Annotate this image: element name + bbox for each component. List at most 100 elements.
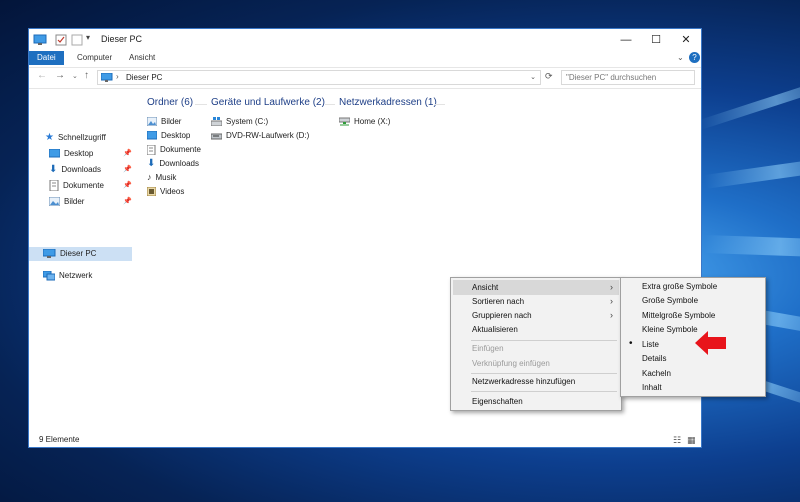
help-icon[interactable]: ? xyxy=(689,52,700,63)
music-icon: ♪ xyxy=(147,172,152,183)
item-label: Desktop xyxy=(161,131,191,140)
group-heading-folders[interactable]: Ordner (6) xyxy=(147,97,193,108)
recent-locations-icon[interactable]: ⌄ xyxy=(72,72,78,80)
documents-icon xyxy=(147,144,156,155)
videos-icon xyxy=(147,187,156,197)
back-icon[interactable]: ← xyxy=(37,70,47,81)
address-bar[interactable]: › Dieser PC ⌄ xyxy=(97,70,541,85)
tab-datei[interactable]: Datei xyxy=(29,51,64,65)
pictures-icon xyxy=(49,197,60,207)
navigation-pane: ★ Schnellzugriff Desktop 📌 ⬇ Downloads 📌 D… xyxy=(29,89,133,433)
view-option-content[interactable]: Inhalt xyxy=(623,380,763,395)
properties-icon[interactable] xyxy=(55,34,67,46)
view-option-tiles[interactable]: Kacheln xyxy=(623,366,763,381)
close-button[interactable]: ✕ xyxy=(671,29,701,51)
menu-separator xyxy=(471,391,617,392)
view-option-medium-icons[interactable]: Mittelgroße Symbole xyxy=(623,308,763,323)
sidebar-item-quick-access[interactable]: ★ Schnellzugriff xyxy=(45,131,106,145)
desktop-icon xyxy=(49,149,60,158)
ribbon-tabs: Datei Computer Ansicht ⌄ ? xyxy=(29,51,701,65)
expand-ribbon-icon[interactable]: ⌄ xyxy=(677,53,684,62)
quick-access-dropdown-icon[interactable]: ▾ xyxy=(86,33,90,42)
item-label: Home (X:) xyxy=(354,117,391,126)
large-icons-view-icon[interactable]: ▦ xyxy=(687,435,696,446)
menu-item-label: Sortieren nach xyxy=(472,297,525,306)
menu-item-verknuepfung-einfuegen: Verknüpfung einfügen xyxy=(472,359,550,368)
drive-item-dvd-d[interactable]: DVD-RW-Laufwerk (D:) xyxy=(211,129,309,142)
forward-icon[interactable]: → xyxy=(55,70,65,81)
menu-item-einfuegen: Einfügen xyxy=(472,344,504,353)
folder-item-bilder[interactable]: Bilder xyxy=(147,115,181,128)
folder-item-desktop[interactable]: Desktop xyxy=(147,129,190,142)
folder-item-dokumente[interactable]: Dokumente xyxy=(147,143,201,156)
breadcrumb-separator-icon: › xyxy=(116,72,119,81)
menu-item-aktualisieren[interactable]: Aktualisieren xyxy=(453,322,619,337)
sidebar-item-bilder[interactable]: Bilder xyxy=(49,195,84,209)
view-option-extra-large-icons[interactable]: Extra große Symbole xyxy=(623,279,763,294)
menu-item-netzwerkadresse-hinzufuegen[interactable]: Netzwerkadresse hinzufügen xyxy=(453,374,619,389)
network-drive-icon xyxy=(339,117,350,126)
sidebar-item-desktop[interactable]: Desktop xyxy=(49,147,93,161)
menu-item-ansicht[interactable]: Ansicht › xyxy=(453,280,619,295)
status-bar: 9 Elemente ☷ ▦ xyxy=(29,433,701,447)
group-divider xyxy=(435,104,445,105)
new-folder-icon[interactable] xyxy=(71,34,83,46)
pin-icon[interactable]: 📌 xyxy=(123,197,132,205)
view-submenu: Extra große Symbole Große Symbole Mittel… xyxy=(620,277,766,397)
group-heading-network-locations[interactable]: Netzwerkadressen (1) xyxy=(339,97,437,108)
sidebar-item-downloads[interactable]: ⬇ Downloads xyxy=(49,163,101,177)
sidebar-item-this-pc[interactable]: Dieser PC xyxy=(29,247,132,261)
menu-item-gruppieren-nach[interactable]: Gruppieren nach › xyxy=(453,308,619,323)
item-label: Downloads xyxy=(159,159,199,168)
search-placeholder: "Dieser PC" durchsuchen xyxy=(566,73,657,82)
folder-item-videos[interactable]: Videos xyxy=(147,185,184,198)
address-dropdown-icon[interactable]: ⌄ xyxy=(530,73,536,81)
maximize-button[interactable]: ☐ xyxy=(641,29,671,51)
view-option-list[interactable]: Liste xyxy=(623,337,763,352)
this-pc-icon xyxy=(43,248,56,258)
item-count: 9 Elemente xyxy=(39,435,80,444)
pin-icon[interactable]: 📌 xyxy=(123,165,132,173)
sidebar-item-label: Desktop xyxy=(64,149,94,158)
view-option-large-icons[interactable]: Große Symbole xyxy=(623,293,763,308)
context-menu: Ansicht › Sortieren nach › Gruppieren nach… xyxy=(450,277,622,411)
star-icon: ★ xyxy=(45,132,54,143)
details-view-icon[interactable]: ☷ xyxy=(673,435,681,446)
sidebar-item-network[interactable]: Netzwerk xyxy=(43,269,92,283)
menu-item-eigenschaften[interactable]: Eigenschaften xyxy=(453,394,619,409)
window-title: Dieser PC xyxy=(101,34,143,44)
breadcrumb[interactable]: Dieser PC xyxy=(126,73,162,82)
pin-icon[interactable]: 📌 xyxy=(123,149,132,157)
sidebar-item-dokumente[interactable]: Dokumente xyxy=(49,179,104,193)
view-option-details[interactable]: Details xyxy=(623,351,763,366)
desktop-icon xyxy=(147,131,157,140)
title-bar[interactable]: ▾ Dieser PC — ☐ ✕ xyxy=(29,29,701,51)
network-item-home-x[interactable]: Home (X:) xyxy=(339,115,390,128)
this-pc-icon xyxy=(33,34,47,45)
documents-icon xyxy=(49,180,59,192)
up-icon[interactable]: ↑ xyxy=(84,70,89,81)
download-icon: ⬇ xyxy=(49,164,58,175)
windows-drive-icon xyxy=(211,117,222,127)
drive-item-system-c[interactable]: System (C:) xyxy=(211,115,268,128)
folder-item-musik[interactable]: ♪ Musik xyxy=(147,171,176,184)
wallpaper-beam xyxy=(704,235,800,259)
refresh-icon[interactable]: ⟳ xyxy=(545,71,553,82)
group-heading-drives[interactable]: Geräte und Laufwerke (2) xyxy=(211,97,325,108)
sidebar-item-label: Netzwerk xyxy=(59,271,93,280)
view-option-small-icons[interactable]: Kleine Symbole xyxy=(623,322,763,337)
menu-item-label: Ansicht xyxy=(472,283,499,292)
this-pc-icon xyxy=(101,73,113,82)
item-label: Videos xyxy=(160,187,185,196)
tab-computer[interactable]: Computer xyxy=(69,51,120,65)
item-label: Musik xyxy=(155,173,177,182)
sidebar-item-label: Bilder xyxy=(64,197,85,206)
search-input[interactable]: "Dieser PC" durchsuchen xyxy=(561,70,695,85)
chevron-right-icon: › xyxy=(610,296,613,306)
tab-ansicht[interactable]: Ansicht xyxy=(121,51,163,65)
wallpaper-beam xyxy=(698,70,800,130)
minimize-button[interactable]: — xyxy=(611,29,641,51)
menu-item-sortieren-nach[interactable]: Sortieren nach › xyxy=(453,294,619,309)
pin-icon[interactable]: 📌 xyxy=(123,181,132,189)
folder-item-downloads[interactable]: ⬇ Downloads xyxy=(147,157,199,170)
